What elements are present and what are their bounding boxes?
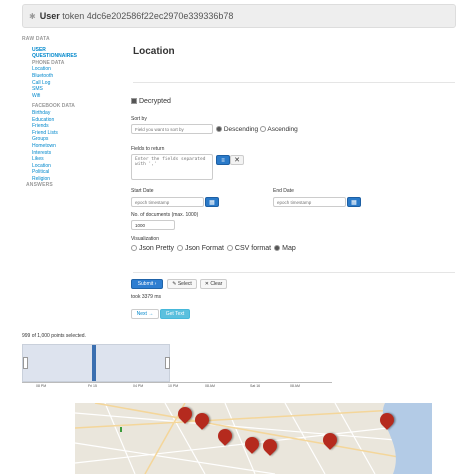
sidebar-section-facebook-data: FACEBOOK DATA xyxy=(32,103,75,110)
end-date-label: End Date xyxy=(273,188,294,194)
pencil-icon: ✎ xyxy=(172,281,177,287)
timeline-tick-label: Fri 15 xyxy=(88,384,97,388)
sidebar-item-questionnaires[interactable]: QUESTIONNAIRES xyxy=(22,53,122,60)
ascending-label: Ascending xyxy=(267,126,298,133)
sidebar-item-facebook-friends[interactable]: Friends xyxy=(22,123,122,130)
sidebar-item-facebook-groups[interactable]: Groups xyxy=(22,136,122,143)
sort-by-input[interactable] xyxy=(131,124,213,134)
points-selected-text: 999 of 1,000 points selected. xyxy=(22,333,86,339)
sidebar-item-facebook-hometown[interactable]: Hometown xyxy=(22,143,122,150)
sidebar-nav: RAW DATA USER QUESTIONNAIRES PHONE DATA … xyxy=(22,36,122,189)
close-icon: ✕ xyxy=(204,281,209,287)
sidebar-item-phone-location[interactable]: Location xyxy=(22,66,122,73)
timeline-density-bar xyxy=(92,345,96,381)
decrypted-label: Decrypted xyxy=(138,98,171,105)
brush-handle-right[interactable] xyxy=(165,357,170,369)
timeline-tick-label: 10 PM xyxy=(168,384,179,388)
start-date-label: Start Date xyxy=(131,188,154,194)
timeline-axis xyxy=(22,382,332,383)
viz-label-map: Map xyxy=(282,245,296,252)
sidebar-item-facebook-friend-lists[interactable]: Friend Lists xyxy=(22,130,122,137)
descending-label: Descending xyxy=(223,126,259,133)
end-date-calendar-button[interactable]: ▦ xyxy=(347,197,361,207)
fields-textarea[interactable] xyxy=(131,154,213,180)
star-icon: ✱ xyxy=(29,12,36,21)
viz-label-json-format: Json Format xyxy=(185,245,224,252)
sidebar-item-facebook-interests[interactable]: Interests xyxy=(22,150,122,157)
sidebar-item-facebook-birthday[interactable]: Birthday xyxy=(22,110,122,117)
viz-radio-map[interactable] xyxy=(274,245,281,252)
timeline-tick-label: 08 AM xyxy=(205,384,215,388)
select-button[interactable]: ✎ Select xyxy=(167,279,197,289)
close-icon: ✕ xyxy=(234,157,240,164)
next-button[interactable]: Next → xyxy=(131,309,159,319)
end-date-input[interactable] xyxy=(273,197,346,207)
brush-handle-left[interactable] xyxy=(23,357,28,369)
get-text-button[interactable]: Get Text xyxy=(160,309,190,319)
map-view[interactable] xyxy=(75,403,432,474)
user-header-bar: ✱ User token 4dc6e202586f22ec2970e339336b… xyxy=(22,4,456,28)
decrypted-row: Decrypted xyxy=(131,98,171,105)
calendar-icon: ▦ xyxy=(209,200,215,206)
user-title: User xyxy=(39,11,60,21)
sidebar-item-phone-call-log[interactable]: Call Log xyxy=(22,80,122,87)
num-docs-input[interactable] xyxy=(131,220,175,230)
list-icon: ≡ xyxy=(221,158,225,164)
sidebar-item-facebook-location[interactable]: Location xyxy=(22,163,122,170)
viz-radio-csv-format[interactable] xyxy=(226,245,233,252)
sidebar-section-answers[interactable]: ANSWERS xyxy=(22,182,122,189)
timeline-tick-label: Sat 16 xyxy=(250,384,261,388)
timeline-tick-label: 08 AM xyxy=(290,384,300,388)
viz-radio-json-pretty[interactable] xyxy=(131,245,137,252)
ascending-radio[interactable] xyxy=(259,126,266,133)
timeline-tick-label: 08 PM xyxy=(36,384,47,388)
calendar-icon: ▦ xyxy=(351,200,357,206)
descending-radio[interactable] xyxy=(216,126,222,133)
sidebar-item-facebook-religion[interactable]: Religion xyxy=(22,176,122,183)
decrypted-checkbox[interactable] xyxy=(131,98,137,105)
num-docs-label: No. of documents (max. 1000) xyxy=(131,212,199,218)
sidebar-section-phone-data: PHONE DATA xyxy=(32,59,65,66)
clear-button[interactable]: ✕ Clear xyxy=(200,279,227,289)
viz-label-json-pretty: Json Pretty xyxy=(139,245,175,252)
fields-label: Fields to return xyxy=(131,146,165,152)
divider xyxy=(133,272,455,273)
divider xyxy=(133,82,455,83)
sidebar-item-phone-bluetooth[interactable]: Bluetooth xyxy=(22,73,122,80)
fields-clear-button[interactable]: ✕ xyxy=(230,155,244,165)
sort-order-group: Descending Ascending xyxy=(216,126,298,133)
sidebar-item-facebook-political[interactable]: Political xyxy=(22,169,122,176)
fields-select-button[interactable]: ≡ xyxy=(216,155,230,165)
viz-radio-json-format[interactable] xyxy=(177,245,184,252)
timeline-tick-label: 04 PM xyxy=(133,384,144,388)
sidebar-item-user[interactable]: USER xyxy=(22,47,122,54)
timeline-brush[interactable] xyxy=(22,344,170,382)
visualization-label: Visualization xyxy=(131,236,159,242)
took-time-text: took 3379 ms xyxy=(131,294,162,300)
sidebar-item-facebook-education[interactable]: Education xyxy=(22,117,122,124)
sort-by-label: Sort by xyxy=(131,116,147,122)
viz-label-csv-format: CSV format xyxy=(234,245,272,252)
visualization-options: Json Pretty Json Format CSV format Map xyxy=(131,245,299,252)
sidebar-item-phone-sms[interactable]: SMS xyxy=(22,86,122,93)
page-title: Location xyxy=(133,46,175,57)
chevron-right-icon: › xyxy=(154,281,157,287)
start-date-input[interactable] xyxy=(131,197,204,207)
sidebar-item-phone-wifi[interactable]: Wifi xyxy=(22,93,122,100)
submit-button[interactable]: Submit › xyxy=(131,279,163,289)
start-date-calendar-button[interactable]: ▦ xyxy=(205,197,219,207)
user-token: token 4dc6e202586f22ec2970e339336b78 xyxy=(62,11,234,21)
sidebar-section-raw-data: RAW DATA xyxy=(22,36,50,42)
sidebar-item-facebook-likes[interactable]: Likes xyxy=(22,156,122,163)
